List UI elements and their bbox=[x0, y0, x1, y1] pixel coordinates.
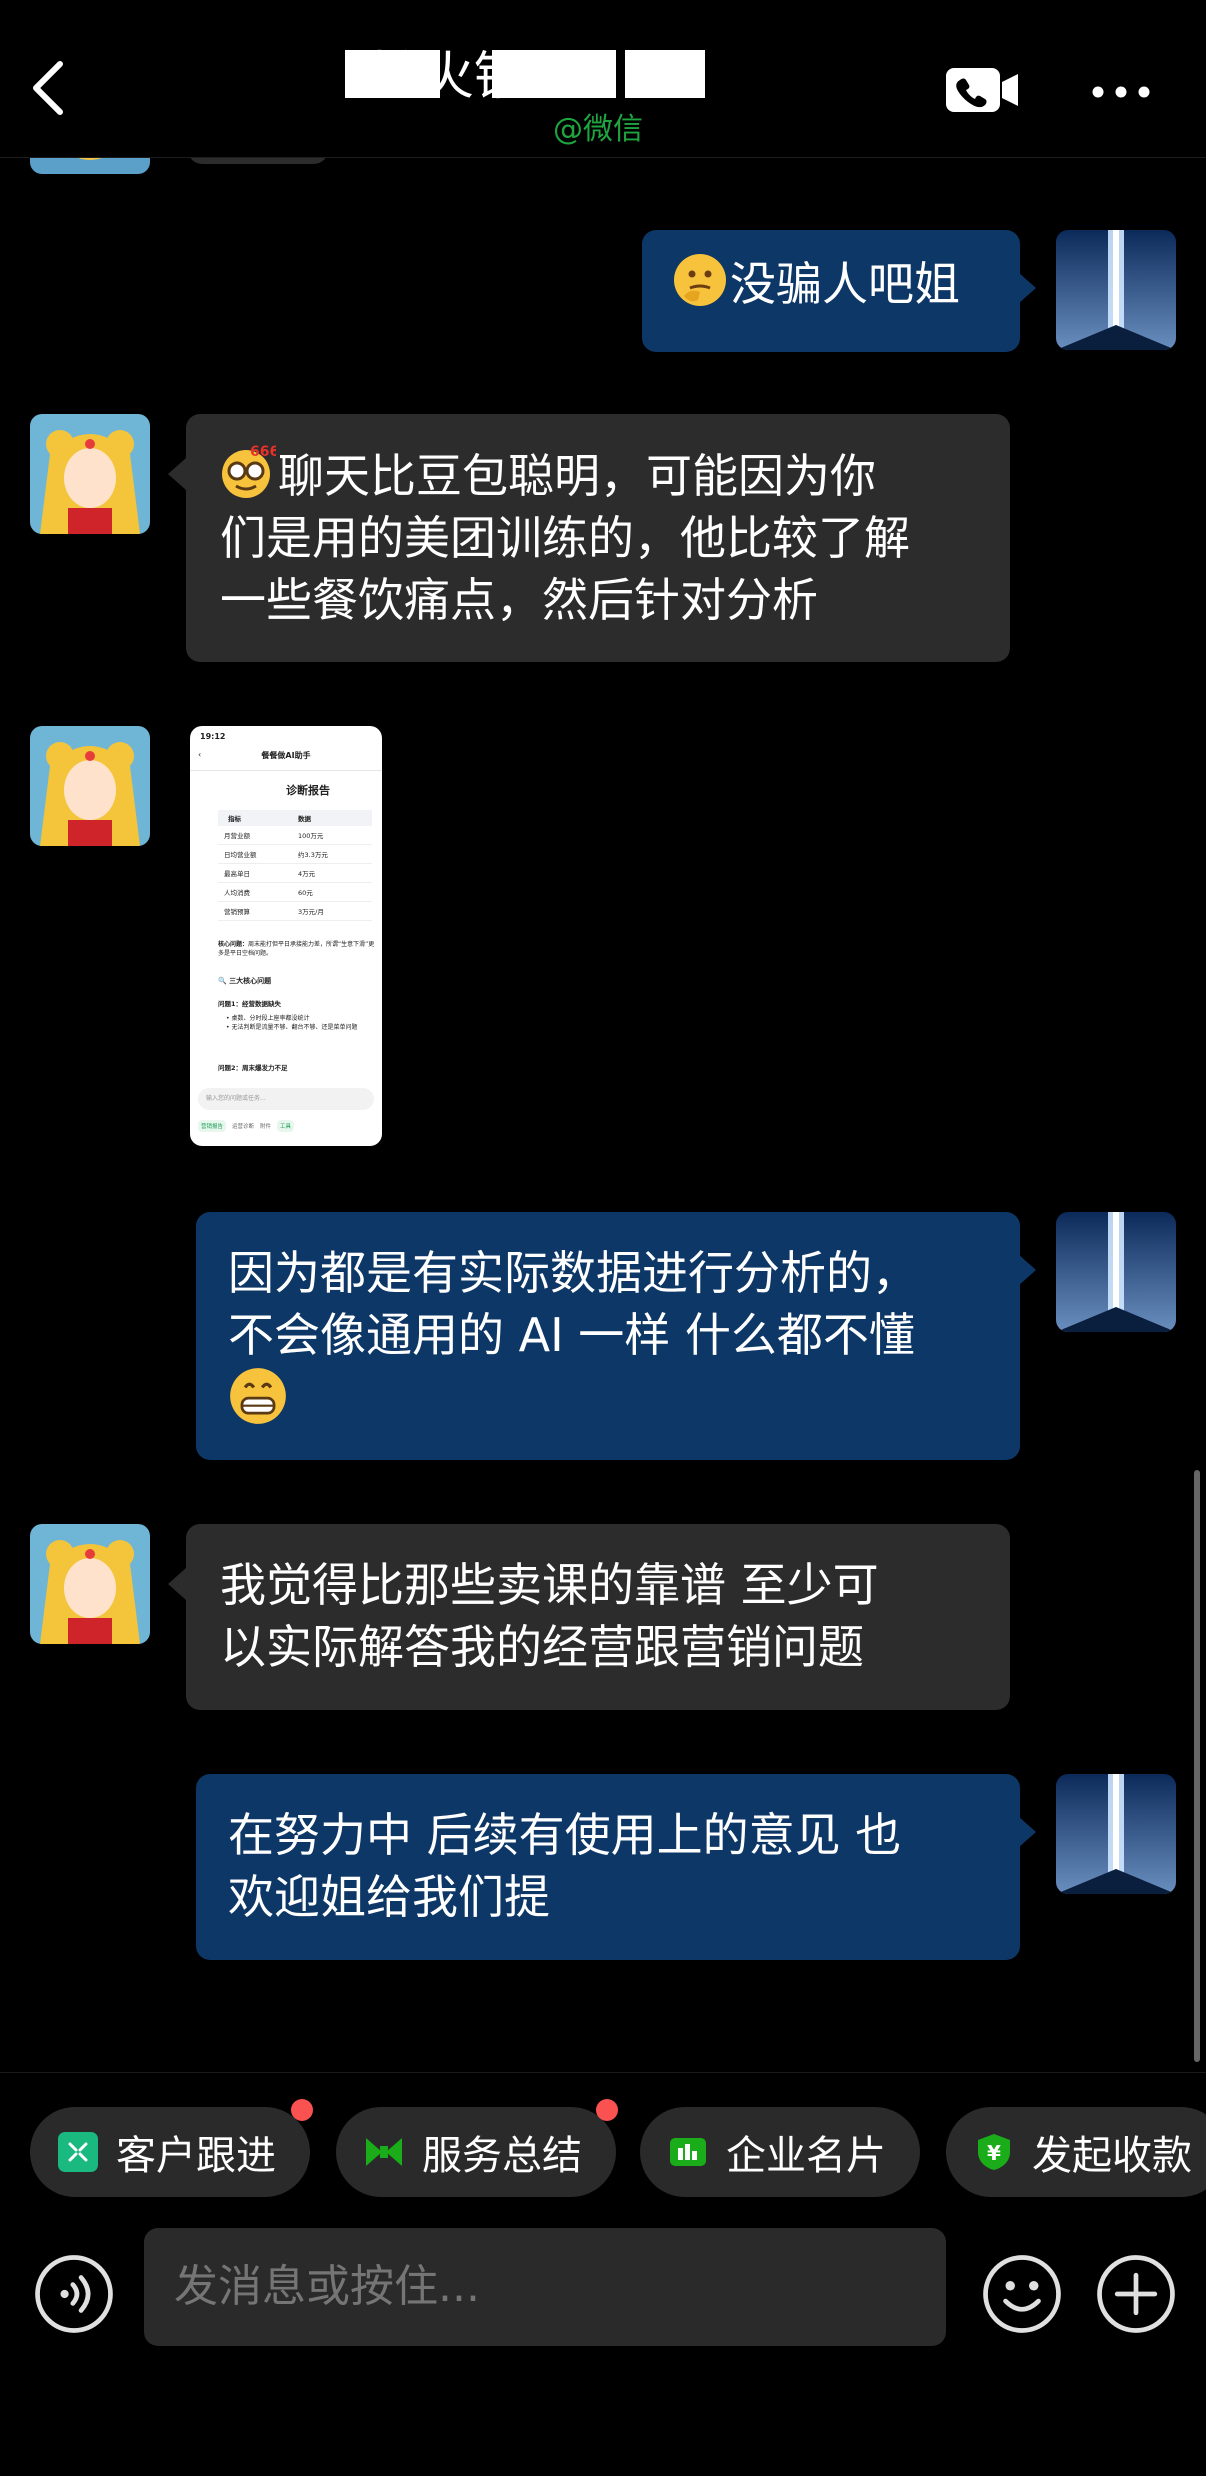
screenshot-input: 输入您的问题或任务... bbox=[198, 1088, 374, 1110]
screenshot-table: 指标 数据 月营业额 100万元 日均营业额 约3.3万元 最高单日 4万元 人均消费 60元… bbox=[218, 810, 372, 921]
back-arrow-icon[interactable] bbox=[22, 58, 82, 118]
screenshot-bullets: • 桌数、分时段上座率都没统计 • 无法判断是流量不够、翻台不够、还是菜单问题 bbox=[226, 1015, 358, 1031]
chip-label: 客户跟进 bbox=[116, 2133, 276, 2179]
chip-label: 发起收款 bbox=[1032, 2133, 1192, 2179]
payment-button[interactable]: ¥ 发起收款 bbox=[946, 2107, 1206, 2197]
outgoing-message-bubble[interactable]: 没骗人吧姐 bbox=[642, 230, 1020, 352]
screenshot-app-title: 餐餐做AI助手 bbox=[261, 751, 311, 760]
message-line: 666 聊天比豆包聪明，可能因为你 bbox=[220, 444, 976, 507]
customer-followup-icon bbox=[58, 2132, 98, 2172]
bubble-tail bbox=[1018, 1816, 1036, 1848]
emoji-picker-icon[interactable] bbox=[982, 2254, 1062, 2334]
voice-input-icon[interactable] bbox=[34, 2254, 114, 2334]
message-line: 一些餐饮痛点，然后针对分析 bbox=[220, 573, 818, 627]
message-text: 没骗人吧姐 bbox=[730, 257, 960, 311]
outgoing-message-bubble[interactable]: 在努力中 后续有使用上的意见 也 欢迎姐给我们提 bbox=[196, 1774, 1020, 1960]
image-message-screenshot[interactable]: 19:12 餐餐做AI助手 ‹ 诊断报告 指标 数据 月营业额 100万元 日均营业… bbox=[190, 726, 382, 1146]
contact-avatar[interactable] bbox=[30, 1524, 150, 1644]
screenshot-table-row: 最高单日 4万元 bbox=[218, 864, 372, 883]
chat-message-list[interactable]: 没骗人吧姐 666 聊天比豆包聪明，可能因为你 们是用的美团训练的，他比较了解 … bbox=[0, 158, 1206, 2072]
business-card-button[interactable]: 企业名片 bbox=[640, 2107, 920, 2197]
screenshot-status-time: 19:12 bbox=[200, 732, 226, 741]
chat-title: 摊火锅 bbox=[370, 47, 527, 107]
message-line: 们是用的美团训练的，他比较了解 bbox=[220, 511, 910, 565]
screenshot-section: 🔍 三大核心问题 bbox=[218, 977, 272, 985]
grinning-face-icon bbox=[230, 1368, 286, 1424]
redacted-name-block bbox=[625, 50, 705, 98]
my-avatar[interactable] bbox=[1056, 230, 1176, 350]
screenshot-back-icon: ‹ bbox=[198, 750, 202, 759]
screenshot-table-row: 日均营业额 约3.3万元 bbox=[218, 845, 372, 864]
video-call-icon[interactable] bbox=[944, 66, 1020, 114]
screenshot-chips: 营销报告 运营诊断 附件 工具 bbox=[198, 1120, 295, 1132]
message-input[interactable] bbox=[144, 2228, 946, 2346]
chip-label: 企业名片 bbox=[726, 2133, 886, 2179]
screenshot-issue-2: 问题2：周末爆发力不足 bbox=[218, 1064, 288, 1072]
message-line: 不会像通用的 AI 一样 什么都不懂 bbox=[228, 1308, 915, 1362]
screenshot-issue-1: 问题1：经营数据缺失 bbox=[218, 1000, 282, 1008]
nerd-face-666-icon: 666 bbox=[222, 444, 276, 498]
bubble-tail bbox=[168, 1568, 186, 1600]
business-card-icon bbox=[670, 2138, 706, 2166]
chat-header: 摊火锅 @微信 bbox=[0, 0, 1206, 158]
shortcut-bar: 客户跟进 服务总结 企业名片 ¥ 发起收款 bbox=[0, 2072, 1206, 2232]
notification-badge bbox=[291, 2099, 313, 2121]
payment-icon: ¥ bbox=[978, 2134, 1010, 2170]
incoming-message-bubble[interactable]: 666 聊天比豆包聪明，可能因为你 们是用的美团训练的，他比较了解 一些餐饮痛点… bbox=[186, 414, 1010, 662]
more-functions-plus-icon[interactable] bbox=[1096, 2254, 1176, 2334]
my-avatar[interactable] bbox=[1056, 1774, 1176, 1894]
my-avatar[interactable] bbox=[1056, 1212, 1176, 1332]
message-line: 在努力中 后续有使用上的意见 也 bbox=[228, 1808, 902, 1862]
notification-badge bbox=[596, 2099, 618, 2121]
chip-label: 服务总结 bbox=[422, 2133, 582, 2179]
contact-avatar[interactable] bbox=[30, 726, 150, 846]
message-input-bar bbox=[0, 2228, 1206, 2476]
service-summary-icon bbox=[366, 2138, 402, 2166]
message-text: 聊天比豆包聪明，可能因为你 bbox=[278, 449, 876, 503]
more-options-icon[interactable] bbox=[1092, 86, 1150, 98]
screenshot-core-issue: 核心问题：周末能打但平日承接能力差，所谓“生意下滑”更多是平日空档问题。 bbox=[218, 941, 375, 957]
message-line: 欢迎姐给我们提 bbox=[228, 1870, 550, 1924]
customer-followup-button[interactable]: 客户跟进 bbox=[30, 2107, 310, 2197]
service-summary-button[interactable]: 服务总结 bbox=[336, 2107, 616, 2197]
contact-avatar[interactable] bbox=[30, 414, 150, 534]
bubble-tail bbox=[1018, 272, 1036, 304]
svg-text:666: 666 bbox=[250, 444, 276, 460]
message-line: 我觉得比那些卖课的靠谱 至少可 bbox=[220, 1558, 879, 1612]
screenshot-table-row: 月营业额 100万元 bbox=[218, 826, 372, 845]
thinking-face-icon bbox=[674, 254, 726, 306]
screenshot-table-row: 营销预算 3万元/月 bbox=[218, 902, 372, 921]
contact-avatar[interactable] bbox=[30, 158, 150, 174]
bubble-tail bbox=[1018, 1254, 1036, 1286]
incoming-message-bubble[interactable]: 我觉得比那些卖课的靠谱 至少可 以实际解答我的经营跟营销问题 bbox=[186, 1524, 1010, 1710]
bubble-tail bbox=[168, 458, 186, 490]
wechat-watermark: @微信 bbox=[553, 112, 643, 147]
message-line: 以实际解答我的经营跟营销问题 bbox=[220, 1620, 864, 1674]
screenshot-heading: 诊断报告 bbox=[286, 784, 330, 797]
screenshot-table-row: 人均消费 60元 bbox=[218, 883, 372, 902]
previous-message-bubble bbox=[188, 158, 328, 164]
message-line: 因为都是有实际数据进行分析的， bbox=[228, 1246, 918, 1300]
chat-scrollbar[interactable] bbox=[1194, 1470, 1200, 2062]
svg-text:¥: ¥ bbox=[987, 2141, 1001, 2165]
message-line bbox=[228, 1366, 988, 1433]
outgoing-message-bubble[interactable]: 因为都是有实际数据进行分析的， 不会像通用的 AI 一样 什么都不懂 bbox=[196, 1212, 1020, 1460]
